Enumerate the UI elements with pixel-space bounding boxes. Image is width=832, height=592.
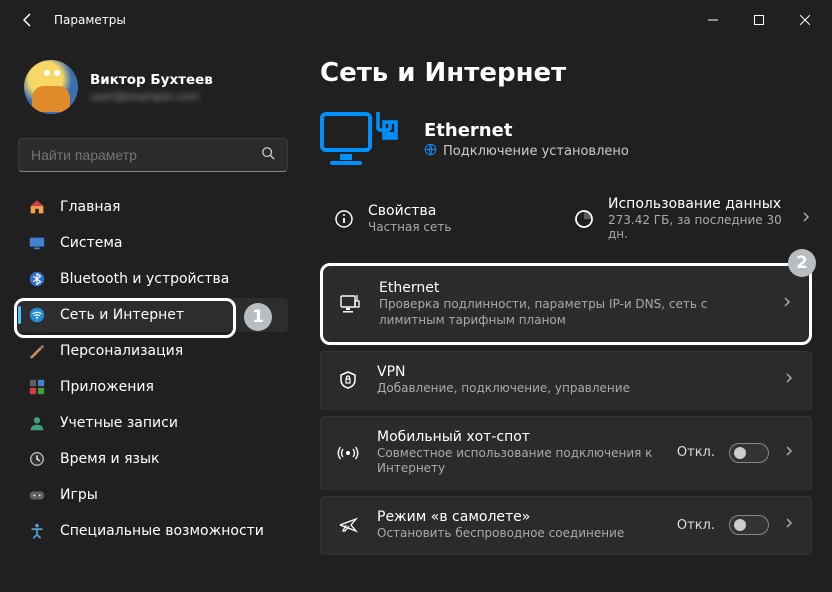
toggle-label: Откл. <box>677 445 715 460</box>
card-title: Режим «в самолете» <box>377 509 659 525</box>
sidebar-item-label: Время и язык <box>60 451 159 467</box>
chevron-right-icon <box>783 445 795 461</box>
window-title: Параметры <box>54 13 126 27</box>
chevron-right-icon <box>800 211 812 227</box>
sidebar-item-label: Bluetooth и устройства <box>60 271 229 287</box>
close-button[interactable] <box>782 0 828 40</box>
shield-icon <box>337 369 359 391</box>
chevron-right-icon <box>783 372 795 388</box>
card-title: Ethernet <box>379 280 763 296</box>
maximize-button[interactable] <box>736 0 782 40</box>
sidebar-item-label: Учетные записи <box>60 415 178 431</box>
sidebar-item-system[interactable]: Система <box>18 226 288 260</box>
card-hotspot[interactable]: Мобильный хот-спот Совместное использова… <box>320 416 812 490</box>
back-button[interactable] <box>14 6 42 34</box>
sidebar-item-apps[interactable]: Приложения <box>18 370 288 404</box>
ethernet-icon <box>339 293 361 315</box>
network-name: Ethernet <box>424 120 629 141</box>
toggle-label: Откл. <box>677 518 715 533</box>
accessibility-icon <box>28 522 46 540</box>
titlebar: Параметры <box>0 0 832 40</box>
minimize-button[interactable] <box>690 0 736 40</box>
sidebar-item-accounts[interactable]: Учетные записи <box>18 406 288 440</box>
system-icon <box>28 234 46 252</box>
stat-title: Свойства <box>368 203 451 219</box>
card-airplane[interactable]: Режим «в самолете» Остановить беспроводн… <box>320 496 812 555</box>
sidebar-item-bluetooth[interactable]: Bluetooth и устройства <box>18 262 288 296</box>
clock-icon <box>28 450 46 468</box>
chevron-right-icon <box>783 517 795 533</box>
card-sub: Совместное использование подключения к И… <box>377 446 659 477</box>
stat-sub: 273.42 ГБ, за последние 30 дн. <box>608 213 786 241</box>
home-icon <box>28 198 46 216</box>
settings-cards: Ethernet Проверка подлинности, параметры… <box>320 263 812 555</box>
stat-data-usage[interactable]: Использование данных 273.42 ГБ, за после… <box>560 190 800 247</box>
search-icon <box>261 146 275 164</box>
stat-title: Использование данных <box>608 196 786 212</box>
hotspot-toggle[interactable] <box>729 443 769 463</box>
hotspot-icon <box>337 442 359 464</box>
sidebar-item-label: Приложения <box>60 379 154 395</box>
info-icon <box>334 209 354 229</box>
sidebar-item-label: Персонализация <box>60 343 183 359</box>
search-box[interactable] <box>18 138 288 172</box>
main-panel: Сеть и Интернет Ethernet Подключение уст… <box>300 40 832 592</box>
airplane-icon <box>337 514 359 536</box>
monitor-ethernet-icon <box>320 108 400 172</box>
sidebar-item-gaming[interactable]: Игры <box>18 478 288 512</box>
user-email: user@example.com <box>90 90 213 103</box>
card-sub: Проверка подлинности, параметры IP-и DNS… <box>379 297 763 328</box>
wifi-icon <box>28 306 46 324</box>
globe-icon <box>424 143 437 160</box>
sidebar-item-time-language[interactable]: Время и язык <box>18 442 288 476</box>
sidebar-item-label: Специальные возможности <box>60 523 264 539</box>
gaming-icon <box>28 486 46 504</box>
data-usage-icon <box>574 209 594 229</box>
sidebar-item-accessibility[interactable]: Специальные возможности <box>18 514 288 548</box>
sidebar-item-label: Сеть и Интернет <box>60 307 184 323</box>
sidebar-item-home[interactable]: Главная <box>18 190 288 224</box>
stat-properties[interactable]: Свойства Частная сеть <box>320 190 560 247</box>
personalization-icon <box>28 342 46 360</box>
sidebar-item-label: Игры <box>60 487 98 503</box>
card-title: VPN <box>377 364 765 380</box>
card-title: Мобильный хот-спот <box>377 429 659 445</box>
apps-icon <box>28 378 46 396</box>
user-name: Виктор Бухтеев <box>90 72 213 88</box>
page-title: Сеть и Интернет <box>320 58 812 88</box>
stat-sub: Частная сеть <box>368 220 451 234</box>
airplane-toggle[interactable] <box>729 515 769 535</box>
network-header: Ethernet Подключение установлено <box>320 108 812 172</box>
accounts-icon <box>28 414 46 432</box>
callout-badge-1: 1 <box>244 303 272 331</box>
stats-row: Свойства Частная сеть Использование данн… <box>320 190 812 247</box>
card-vpn[interactable]: VPN Добавление, подключение, управление <box>320 351 812 410</box>
card-ethernet[interactable]: Ethernet Проверка подлинности, параметры… <box>320 263 812 345</box>
callout-badge-2: 2 <box>788 249 816 277</box>
avatar <box>24 60 78 114</box>
chevron-right-icon <box>781 296 793 312</box>
network-status: Подключение установлено <box>443 144 629 159</box>
bluetooth-icon <box>28 270 46 288</box>
sidebar-item-personalization[interactable]: Персонализация <box>18 334 288 368</box>
sidebar-item-label: Главная <box>60 199 120 215</box>
card-sub: Остановить беспроводное соединение <box>377 526 659 542</box>
nav-list: Главная Система Bluetooth и устройства С… <box>18 190 288 548</box>
sidebar: Виктор Бухтеев user@example.com Главная … <box>0 40 300 592</box>
user-profile[interactable]: Виктор Бухтеев user@example.com <box>18 46 288 132</box>
sidebar-item-label: Система <box>60 235 122 251</box>
search-input[interactable] <box>31 147 261 163</box>
card-sub: Добавление, подключение, управление <box>377 381 765 397</box>
